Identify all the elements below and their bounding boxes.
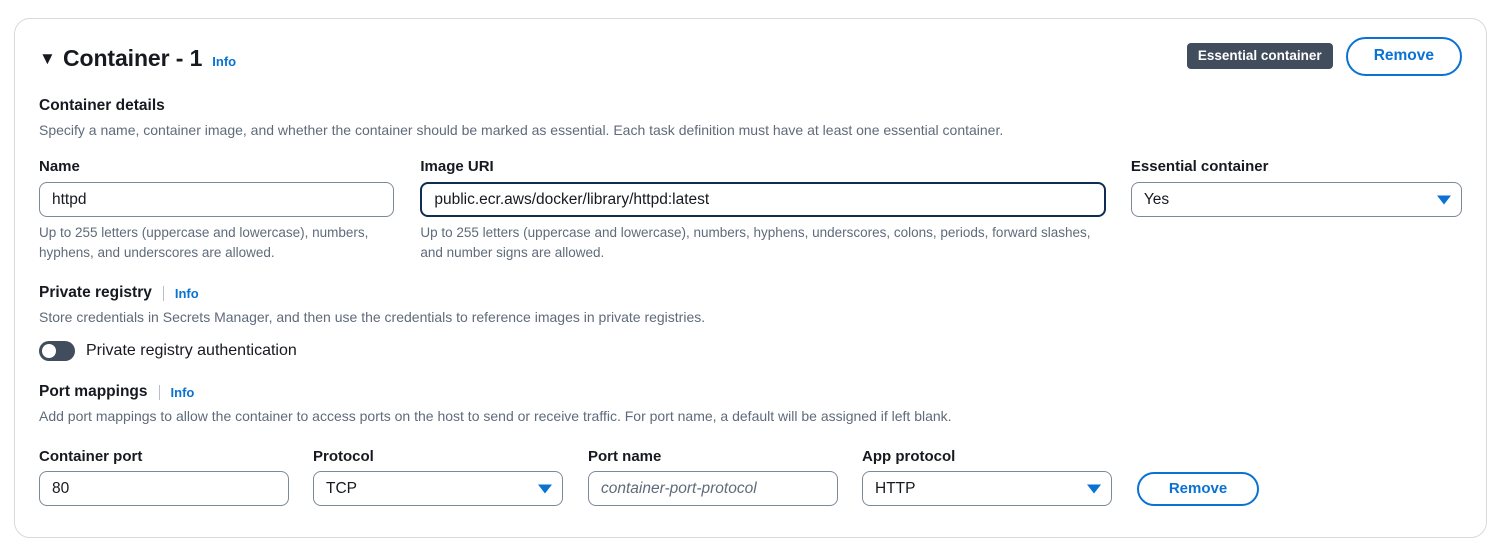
heading-divider [162,285,164,301]
column-header-protocol: Protocol [313,448,374,466]
essential-container-select-wrap: Yes [1130,182,1462,218]
private-registry-section: Private registry Info Store credentials … [39,284,1462,362]
app-protocol-value: HTTP [875,479,916,497]
container-details-description: Specify a name, container image, and whe… [39,122,1004,138]
container-header: ▼ Container - 1 Info Essential container… [39,36,1462,76]
status-badge: Essential container [1186,43,1333,69]
protocol-select-wrap: TCP [313,471,563,507]
name-label: Name [39,158,80,176]
container-details-title: Container details [39,97,165,114]
container-details-heading: Container details [39,97,1462,115]
port-mapping-actions-cell: Remove [1137,472,1259,507]
essential-container-select[interactable]: Yes [1130,182,1462,218]
image-uri-hint: Up to 255 letters (uppercase and lowerca… [420,225,1091,260]
toggle-knob [42,344,56,359]
column-header-app-protocol: App protocol [862,448,956,466]
private-registry-description: Store credentials in Secrets Manager, an… [39,309,706,326]
remove-port-mapping-button[interactable]: Remove [1137,472,1259,507]
page-title: Container - 1 [63,44,203,71]
column-header-port-name: Port name [588,448,662,466]
port-mappings-title: Port mappings [39,383,148,401]
table-row: TCP HTTP R [39,471,1462,507]
protocol-value: TCP [326,479,357,497]
port-mappings-section: Port mappings Info Add port mappings to … [39,383,1462,507]
container-details-section: Container details Specify a name, contai… [39,97,1462,262]
port-mappings-heading: Port mappings Info [39,383,1462,401]
protocol-select[interactable]: TCP [313,471,563,507]
name-hint: Up to 255 letters (uppercase and lowerca… [39,225,369,260]
container-port-cell [39,471,289,507]
container-card: ▼ Container - 1 Info Essential container… [14,18,1487,538]
private-registry-heading: Private registry Info [39,284,1462,302]
port-mappings-description: Add port mappings to allow the container… [39,408,952,425]
name-input[interactable] [39,182,395,218]
private-registry-auth-toggle[interactable] [39,341,75,362]
protocol-cell: TCP [313,471,563,507]
essential-container-value: Yes [1143,190,1170,208]
container-port-input[interactable] [39,471,289,507]
container-info-link[interactable]: Info [212,54,236,69]
column-header-container-port: Container port [39,448,143,466]
name-field-group: Name Up to 255 letters (uppercase and lo… [39,158,395,262]
container-details-fields: Name Up to 255 letters (uppercase and lo… [39,158,1462,262]
caret-down-icon[interactable]: ▼ [39,50,61,67]
header-actions: Essential container Remove [1186,36,1462,76]
app-protocol-cell: HTTP [862,471,1112,507]
image-uri-label: Image URI [420,158,494,176]
app-protocol-select[interactable]: HTTP [862,471,1112,507]
port-mappings-info-link[interactable]: Info [171,385,195,400]
private-registry-auth-label: Private registry authentication [86,342,297,360]
private-registry-title: Private registry [39,284,152,302]
essential-container-label: Essential container [1130,158,1269,176]
port-name-cell [588,471,838,507]
remove-container-button[interactable]: Remove [1345,36,1462,76]
heading-divider [158,384,160,400]
port-name-input[interactable] [588,471,838,507]
port-mappings-header-row: Container port Protocol Port name App pr… [39,448,1462,465]
image-uri-input[interactable] [420,182,1106,218]
private-registry-toggle-row: Private registry authentication [39,341,1462,362]
app-protocol-select-wrap: HTTP [862,471,1112,507]
private-registry-info-link[interactable]: Info [175,286,199,301]
essential-container-field-group: Essential container Yes [1130,158,1462,262]
image-uri-field-group: Image URI Up to 255 letters (uppercase a… [420,158,1106,262]
